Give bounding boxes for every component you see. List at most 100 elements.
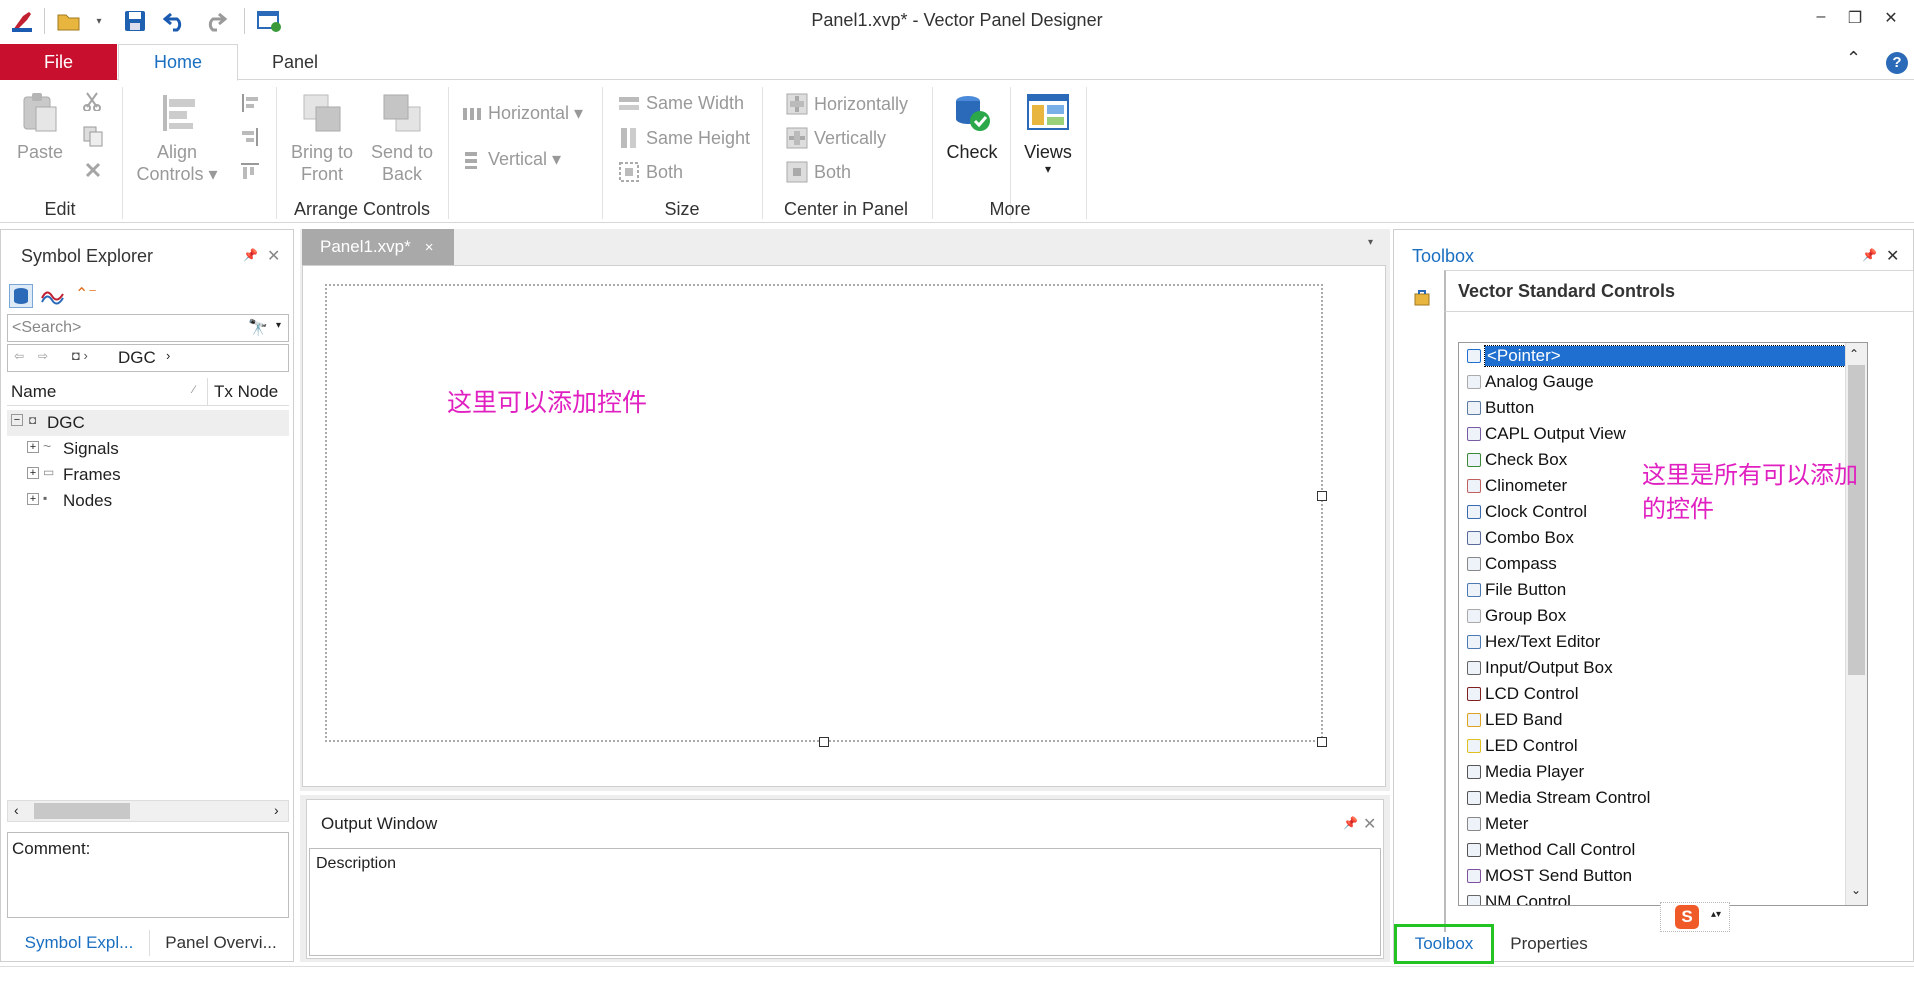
center-horizontally-button[interactable]: Horizontally [786, 93, 908, 115]
close-icon[interactable]: ✕ [267, 246, 280, 266]
send-to-back-label-2: Back [381, 164, 423, 184]
toolbox-item[interactable]: File Button [1459, 577, 1867, 603]
toolbox-item[interactable]: Input/Output Box [1459, 655, 1867, 681]
expand-icon[interactable]: + [27, 467, 39, 479]
align-controls-button[interactable]: Align Controls ▾ [132, 91, 222, 185]
breadcrumb-item-dgc[interactable]: DGC [118, 348, 156, 368]
binoculars-icon[interactable]: 🔭 [248, 318, 268, 338]
toolbox-item[interactable]: LED Control [1459, 733, 1867, 759]
scroll-down-icon[interactable]: ⌄ [1851, 883, 1861, 897]
toolbox-item[interactable]: LED Band [1459, 707, 1867, 733]
help-icon[interactable]: ? [1886, 52, 1908, 74]
back-icon[interactable]: ⇦ [14, 349, 24, 363]
symbol-search-box[interactable]: <Search> 🔭 ▾ [7, 314, 289, 342]
toolbox-item[interactable]: <Pointer> [1459, 343, 1867, 369]
panel-design-surface[interactable]: 这里可以添加控件 [325, 284, 1323, 742]
pin-icon[interactable]: 📌 [243, 248, 258, 262]
toolbox-item[interactable]: Hex/Text Editor [1459, 629, 1867, 655]
bring-to-front-button[interactable]: Bring to Front [284, 91, 360, 185]
close-icon[interactable]: ✕ [1363, 814, 1376, 834]
collapse-icon[interactable]: − [11, 414, 23, 426]
horizontal-spacing-button[interactable]: Horizontal ▾ [462, 103, 583, 124]
scroll-left-icon[interactable]: ‹ [14, 802, 19, 818]
output-list[interactable]: Description [309, 848, 1381, 956]
sogou-icon[interactable]: S [1675, 905, 1699, 929]
breadcrumb-root-icon[interactable]: ◘ › [72, 348, 88, 363]
copy-icon[interactable] [82, 125, 104, 152]
paste-button[interactable]: Paste [12, 91, 68, 163]
center-vertically-button[interactable]: Vertically [786, 127, 886, 149]
ime-menu-icon[interactable]: ▴▾ [1711, 909, 1721, 920]
toolbox-item[interactable]: MOST Send Button [1459, 863, 1867, 889]
tab-panel1[interactable]: Panel1.xvp* × [302, 229, 454, 265]
comment-box[interactable]: Comment: [7, 832, 289, 918]
signal-view-icon[interactable] [41, 286, 65, 311]
scroll-right-icon[interactable]: › [274, 802, 279, 818]
column-header-name[interactable]: Name [11, 382, 56, 402]
restore-button[interactable]: ❐ [1840, 8, 1870, 34]
search-input[interactable]: <Search> [12, 319, 81, 337]
toolbox-item[interactable]: Media Player [1459, 759, 1867, 785]
same-size-both-button[interactable]: Both [618, 161, 683, 183]
toolbox-item[interactable]: Analog Gauge [1459, 369, 1867, 395]
tab-home[interactable]: Home [118, 44, 238, 81]
forward-icon[interactable]: ⇨ [38, 349, 48, 363]
close-button[interactable]: ✕ [1876, 8, 1906, 34]
check-button[interactable]: Check [940, 91, 1004, 163]
toolbox-item[interactable]: Meter [1459, 811, 1867, 837]
cut-icon[interactable] [82, 91, 102, 116]
close-icon[interactable]: ✕ [1886, 246, 1899, 266]
tab-toolbox[interactable]: Toolbox [1394, 924, 1494, 964]
column-header-description[interactable]: Description [316, 855, 396, 873]
column-header-tx-node[interactable]: Tx Node [207, 378, 278, 406]
views-caret: ▾ [1044, 162, 1052, 176]
close-icon[interactable]: × [425, 239, 434, 256]
resize-handle-right[interactable] [1317, 491, 1327, 501]
align-left-icon[interactable] [240, 93, 260, 118]
pin-icon[interactable]: 📌 [1862, 248, 1877, 262]
tab-file[interactable]: File [0, 44, 117, 80]
tab-properties[interactable]: Properties [1494, 924, 1604, 964]
same-height-button[interactable]: Same Height [618, 127, 750, 149]
vertical-spacing-button[interactable]: Vertical ▾ [462, 149, 561, 170]
expand-icon[interactable]: + [27, 441, 39, 453]
views-button[interactable]: Views ▾ [1018, 91, 1078, 175]
minimize-button[interactable]: – [1806, 8, 1836, 34]
horizontal-scrollbar[interactable]: ‹ › [7, 800, 289, 822]
tree-item-dgc[interactable]: − ◘ DGC [7, 410, 289, 436]
toolbox-options-icon[interactable] [1414, 290, 1432, 311]
breadcrumb-chevron-icon[interactable]: › [166, 348, 170, 363]
tab-panel-overview[interactable]: Panel Overvi... [151, 926, 291, 960]
document-dropdown-icon[interactable]: ▾ [1368, 237, 1373, 248]
toolbox-item[interactable]: Combo Box [1459, 525, 1867, 551]
toolbox-item[interactable]: Button [1459, 395, 1867, 421]
pin-icon[interactable]: 📌 [1343, 816, 1358, 830]
expand-icon[interactable]: + [27, 493, 39, 505]
delete-icon[interactable] [84, 161, 102, 184]
resize-handle-corner[interactable] [1317, 737, 1327, 747]
search-dropdown-icon[interactable]: ▾ [276, 320, 281, 331]
ime-toolbar[interactable]: S ▴▾ [1660, 902, 1730, 932]
toolbox-item[interactable]: Compass [1459, 551, 1867, 577]
resize-handle-bottom[interactable] [819, 737, 829, 747]
scrollbar-thumb[interactable] [1848, 365, 1865, 675]
toolbox-item[interactable]: Media Stream Control [1459, 785, 1867, 811]
toolbox-group-header[interactable]: Vector Standard Controls [1444, 270, 1914, 312]
center-both-button[interactable]: Both [786, 161, 851, 183]
database-view-icon[interactable] [9, 284, 33, 308]
vertical-scrollbar[interactable]: ⌃ ⌄ [1845, 343, 1867, 905]
toolbox-item[interactable]: LCD Control [1459, 681, 1867, 707]
tab-panel[interactable]: Panel [255, 44, 335, 80]
tab-symbol-explorer[interactable]: Symbol Expl... [9, 926, 149, 960]
scroll-up-icon[interactable]: ⌃ [1849, 347, 1859, 361]
toolbox-item[interactable]: Method Call Control [1459, 837, 1867, 863]
align-right-icon[interactable] [240, 127, 260, 152]
align-top-icon[interactable] [240, 161, 260, 186]
send-to-back-button[interactable]: Send to Back [364, 91, 440, 185]
toolbox-item[interactable]: Group Box [1459, 603, 1867, 629]
same-width-button[interactable]: Same Width [618, 93, 744, 114]
collapse-ribbon-icon[interactable]: ⌃ [1846, 48, 1861, 69]
expand-all-icon[interactable]: ⌃⁻ [75, 284, 97, 304]
toolbox-item[interactable]: CAPL Output View [1459, 421, 1867, 447]
scrollbar-thumb[interactable] [34, 803, 130, 819]
